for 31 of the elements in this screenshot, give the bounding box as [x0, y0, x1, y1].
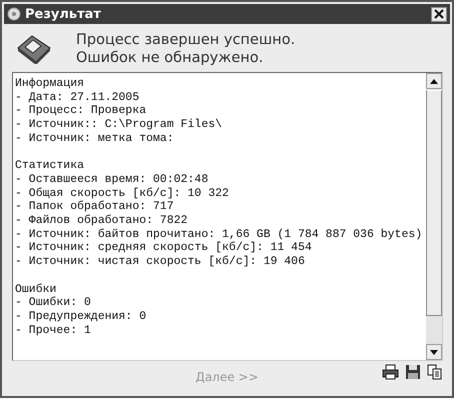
window-title: Результат [25, 6, 101, 22]
close-button[interactable] [431, 6, 447, 22]
copy-icon[interactable] [427, 364, 442, 380]
disc-icon [7, 7, 21, 21]
report-line: - Источник: средняя скорость [кб/с]: 11 454 [15, 241, 313, 256]
report-line: - Дата: 27.11.2005 [15, 90, 140, 104]
report-line: - Ошибки: 0 [15, 296, 92, 310]
report-line: - Файлов обработано: 7822 [15, 214, 189, 228]
report-line: - Общая скорость [кб/с]: 10 322 [15, 186, 230, 200]
section-heading: Информация [15, 77, 86, 91]
printer-icon[interactable] [382, 364, 399, 380]
disk-drive-icon [16, 34, 52, 64]
report-line: - Папок обработано: 717 [15, 200, 175, 214]
status-message: Процесс завершен успешно. [76, 31, 296, 49]
scroll-down-icon[interactable] [426, 344, 442, 360]
report-line: - Процесс: Проверка [15, 104, 148, 118]
scrollbar[interactable] [426, 73, 442, 360]
report-line: - Источник: байтов прочитано: 1,66 GB (1 784 887 036 bytes) [15, 228, 424, 242]
scroll-up-icon[interactable] [426, 73, 442, 89]
report-text-area[interactable] [12, 72, 443, 361]
report-line: - Источник: чистая скорость [кб/с]: 19 406 [15, 255, 306, 269]
scroll-thumb[interactable] [426, 90, 442, 316]
report-line: - Оставшееся время: 00:02:48 [15, 172, 210, 187]
report-line: - Источник: метка тома: [15, 132, 175, 146]
report-line: - Источник:: C:\Program Files\ [15, 118, 224, 132]
save-icon[interactable] [405, 364, 421, 380]
status-message: Ошибок не обнаружено. [76, 49, 264, 67]
report-line: - Предупреждения: 0 [15, 310, 148, 324]
report-line: - Прочее: 1 [15, 324, 92, 338]
section-heading: Ошибки [15, 282, 58, 296]
section-heading: Статистика [15, 159, 86, 173]
